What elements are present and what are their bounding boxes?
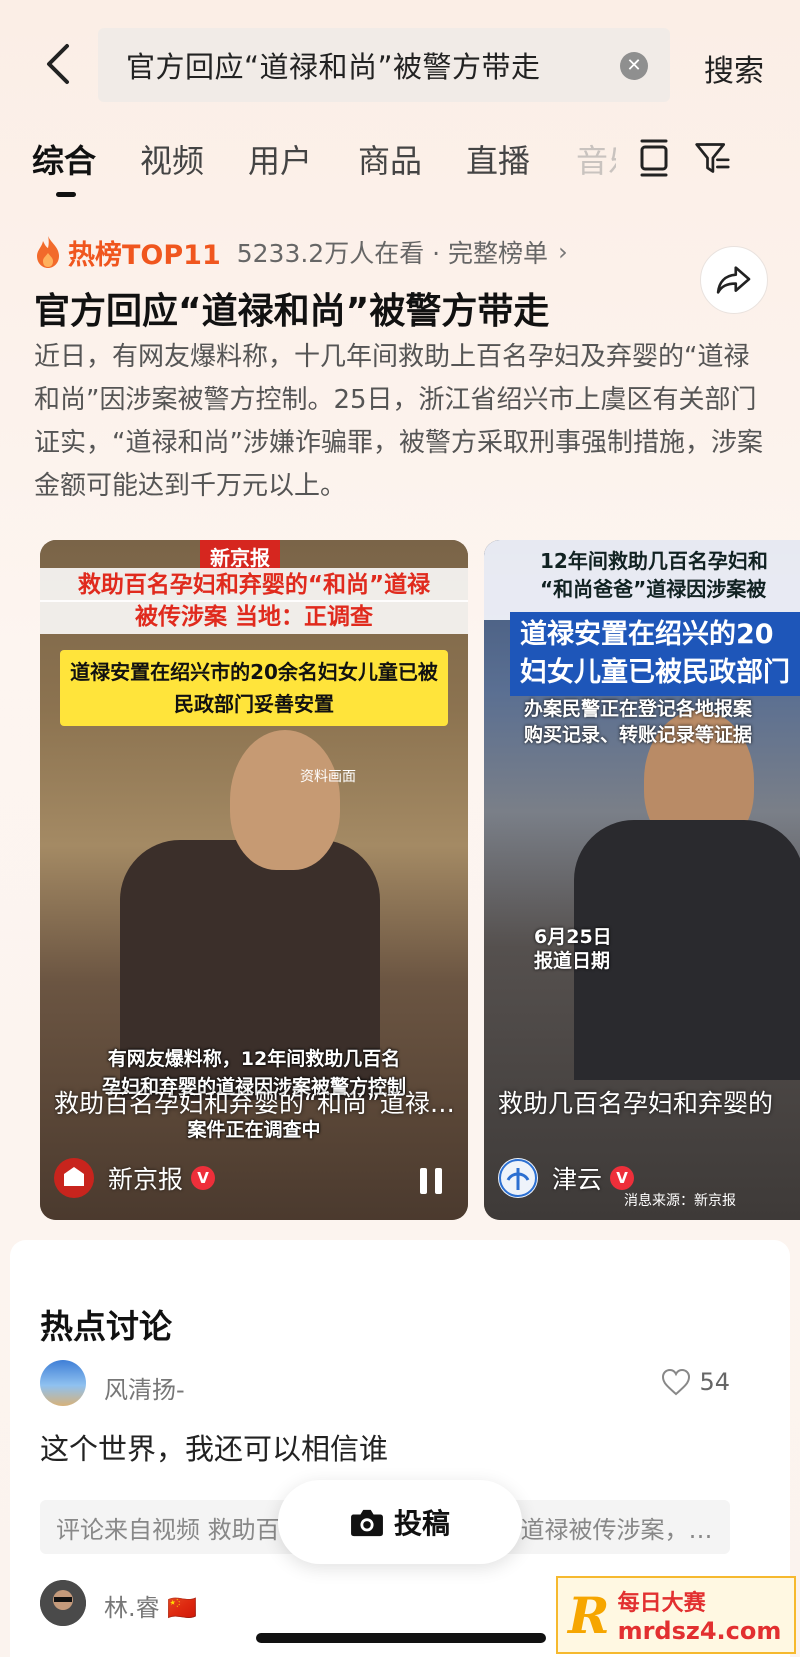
news-logo-icon <box>55 1159 93 1197</box>
hot-rank-meta: 5233.2万人在看 · 完整榜单 <box>236 239 549 268</box>
submit-post-button[interactable]: 投稿 <box>278 1480 522 1564</box>
report-date-label: 报道日期 <box>534 950 611 972</box>
video-tag: 资料画面 <box>300 769 356 785</box>
share-button[interactable] <box>700 246 768 314</box>
comment-text: 这个世界，我还可以相信谁 <box>40 1432 389 1466</box>
search-bar: 官方回应“道禄和尚”被警方带走 ✕ 搜索 <box>0 28 800 104</box>
verified-badge: V <box>610 1166 635 1190</box>
author-name: 新京报 <box>108 1165 184 1194</box>
back-arrow-icon <box>47 44 69 84</box>
tab-live[interactable]: 直播 <box>466 136 530 182</box>
filter-icon[interactable] <box>694 138 730 178</box>
person-head-shape <box>230 730 340 870</box>
video-subtitle: 办案民警正在登记各地报案 <box>524 698 753 720</box>
tab-all[interactable]: 综合 <box>32 136 96 182</box>
watermark-title: 每日大赛 <box>617 1591 706 1616</box>
fire-icon <box>37 236 59 268</box>
share-icon <box>716 266 751 294</box>
video-card[interactable]: 12年间救助几百名孕妇和 “和尚爸爸”道禄因涉案被 道禄安置在绍兴的20 妇女儿… <box>484 540 800 1220</box>
avatar-image <box>40 1580 86 1626</box>
watermark-r-icon: R <box>568 1585 610 1645</box>
submit-label: 投稿 <box>393 1507 450 1540</box>
pause-button[interactable] <box>420 1168 442 1194</box>
avatar[interactable] <box>40 1360 86 1406</box>
filter-tabs: 综合 视频 用户 商品 直播 音乐 <box>0 136 800 200</box>
watermark-logo: R 每日大赛 mrdsz4.com <box>556 1576 796 1654</box>
avatar <box>498 1158 538 1198</box>
heart-icon <box>662 1368 691 1396</box>
clear-icon[interactable]: ✕ <box>620 52 648 80</box>
hot-rank-badge: 热榜TOP11 <box>68 239 221 271</box>
flag-icon: 🇨🇳 <box>167 1594 198 1622</box>
back-button[interactable] <box>38 40 78 88</box>
chevron-right-icon: › <box>558 238 568 266</box>
video-subtitle: 购买记录、转账记录等证据 <box>524 724 753 746</box>
search-input[interactable]: 官方回应“道禄和尚”被警方带走 ✕ <box>98 28 670 102</box>
video-title-line: 12年间救助几百名孕妇和 <box>540 549 768 573</box>
discussion-title: 热点讨论 <box>40 1307 172 1346</box>
comment-user-name: 林.睿 <box>104 1594 160 1622</box>
comment-user[interactable]: 风清扬- <box>104 1370 185 1405</box>
video-title-line: 被传涉案 当地：正调查 <box>40 600 468 634</box>
video-subtitle: 有网友爆料称，12年间救助几百名 <box>107 1048 401 1070</box>
video-author[interactable]: 津云 V <box>498 1158 635 1198</box>
layout-toggle-icon[interactable] <box>636 138 672 178</box>
video-banner: 妇女儿童已被民政部门 <box>510 650 800 696</box>
search-query: 官方回应“道禄和尚”被警方带走 <box>126 50 541 84</box>
video-banner: 道禄安置在绍兴市的20余名妇女儿童已被民政部门妥善安置 <box>60 650 448 726</box>
tab-music[interactable]: 音乐 <box>576 136 616 182</box>
tab-goods[interactable]: 商品 <box>358 136 422 182</box>
video-title-line: “和尚爸爸”道禄因涉案被 <box>540 577 767 601</box>
author-name: 津云 <box>552 1165 603 1194</box>
hot-headline[interactable]: 官方回应“道禄和尚”被警方带走 <box>34 282 549 334</box>
video-card[interactable]: 新京报 救助百名孕妇和弃婴的“和尚”道禄 被传涉案 当地：正调查 道禄安置在绍兴… <box>40 540 468 1220</box>
tab-user[interactable]: 用户 <box>248 136 312 182</box>
like-count: 54 <box>699 1368 730 1396</box>
video-author[interactable]: 新京报 V <box>54 1158 216 1198</box>
video-subtitle: 案件正在调查中 <box>187 1119 321 1141</box>
video-title-line: 救助百名孕妇和弃婴的“和尚”道禄 <box>40 568 468 602</box>
avatar <box>54 1158 94 1198</box>
camera-icon <box>351 1509 383 1537</box>
video-caption: 救助几百名孕妇和弃婴的 <box>498 1089 774 1118</box>
hot-summary: 近日，有网友爆料称，十几年间救助上百名孕妇及弃婴的“道禄和尚”因涉案被警方控制。… <box>34 342 763 501</box>
search-button[interactable]: 搜索 <box>704 46 764 90</box>
watermark-url: mrdsz4.com <box>617 1617 782 1645</box>
verified-badge: V <box>191 1166 216 1190</box>
comment-user[interactable]: 林.睿 🇨🇳 <box>104 1588 197 1623</box>
tab-video[interactable]: 视频 <box>140 136 204 182</box>
like-button[interactable]: 54 <box>661 1368 730 1396</box>
report-date: 6月25日 <box>534 926 612 948</box>
tianjin-logo-icon <box>499 1159 537 1197</box>
home-indicator[interactable] <box>256 1633 546 1643</box>
tab-active-indicator <box>56 192 76 197</box>
video-caption: 救助百名孕妇和弃婴的“和尚”道禄… <box>54 1089 454 1118</box>
source-note: 消息来源：新京报 <box>624 1193 736 1209</box>
avatar[interactable] <box>40 1580 86 1626</box>
hot-rank-row[interactable]: 热榜TOP11 5233.2万人在看 · 完整榜单 › <box>34 232 568 272</box>
